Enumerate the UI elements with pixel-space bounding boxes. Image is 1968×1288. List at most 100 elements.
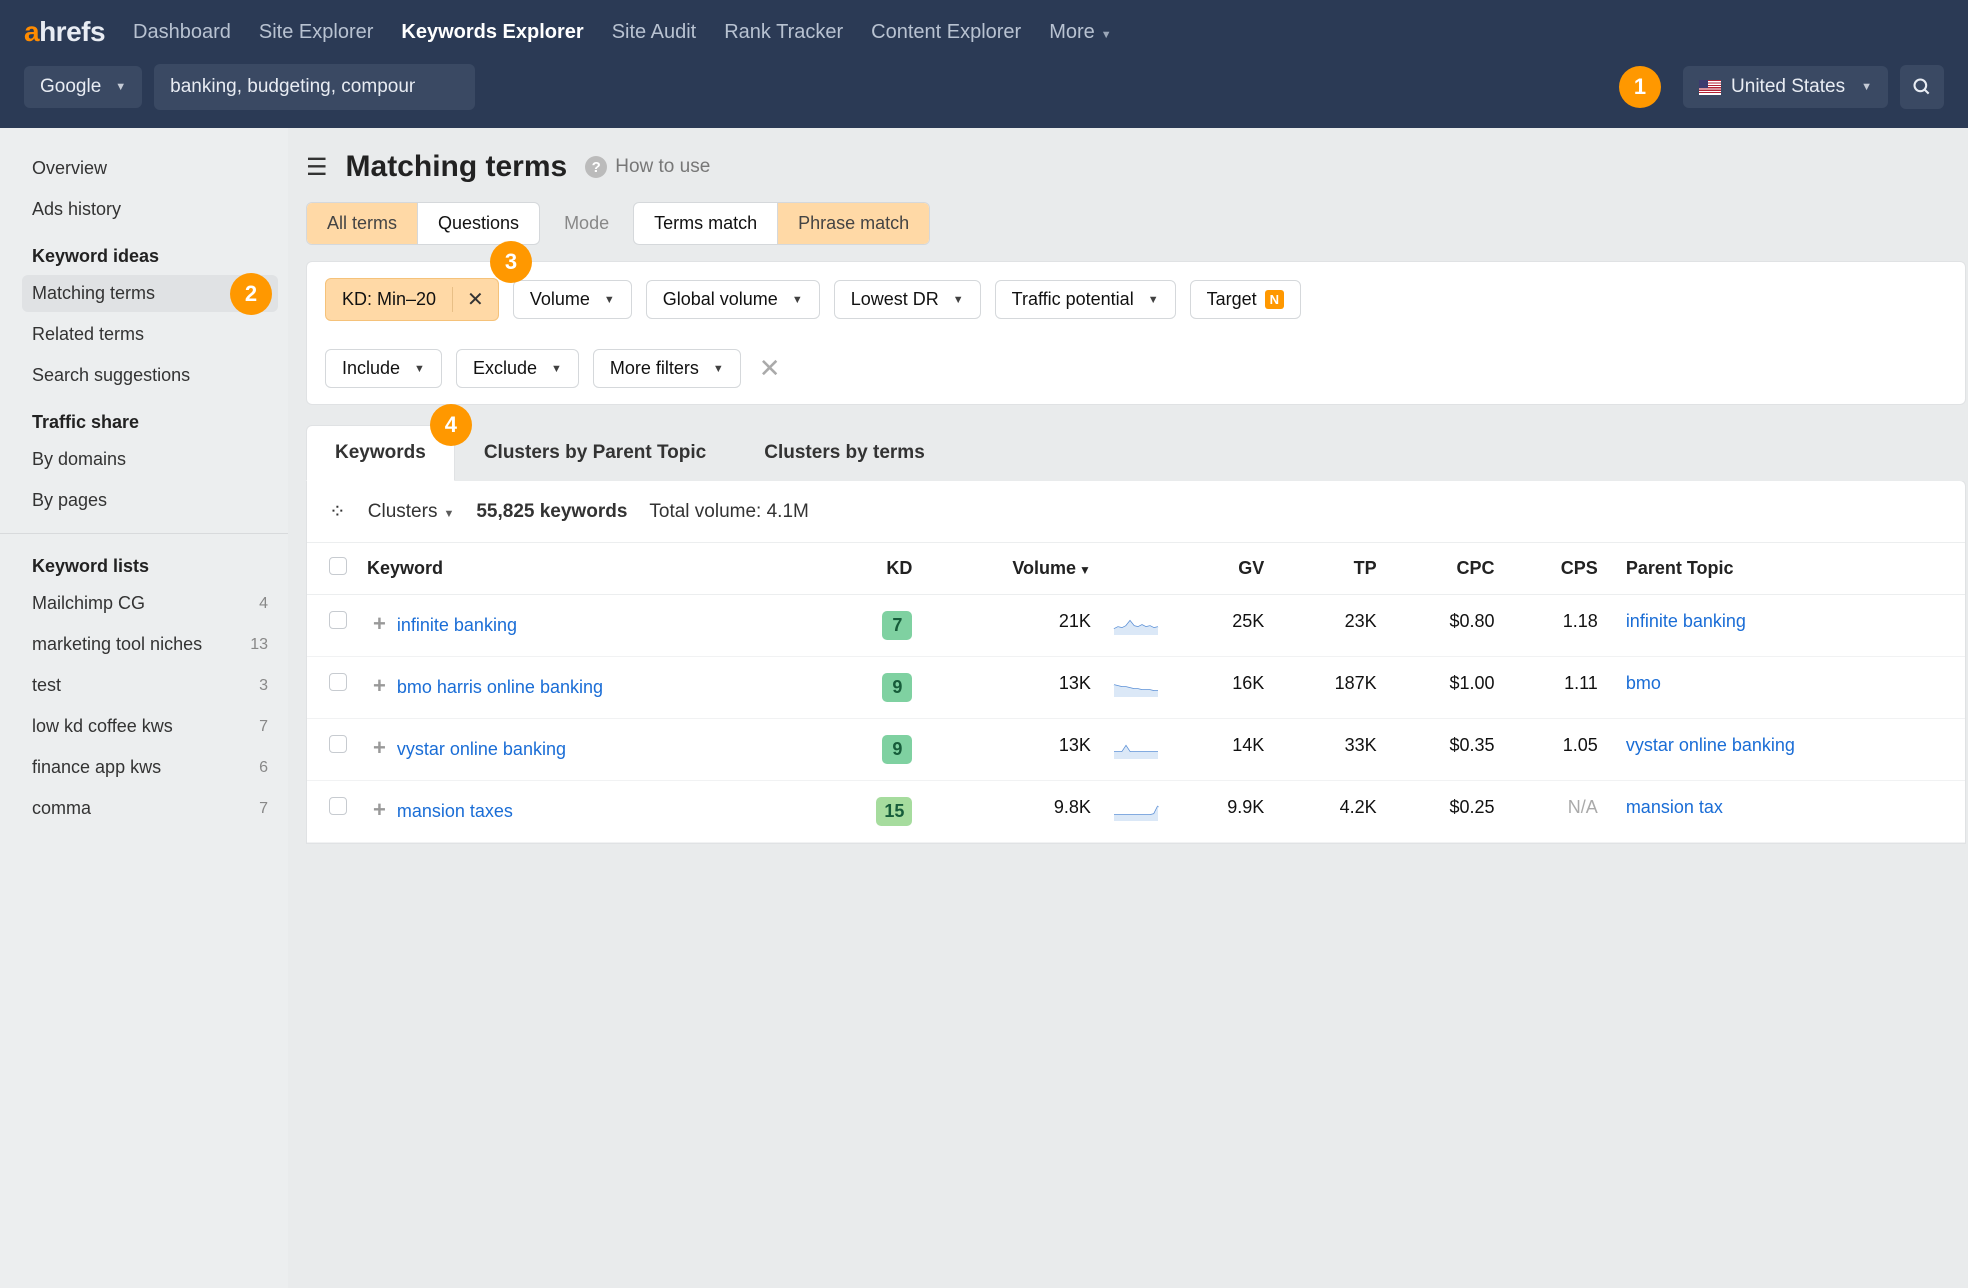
filter-include[interactable]: Include xyxy=(325,349,442,388)
clear-filters-icon[interactable]: ✕ xyxy=(755,353,785,384)
howto-link[interactable]: ? How to use xyxy=(585,156,710,178)
nav-more[interactable]: More xyxy=(1049,21,1111,44)
filter-target[interactable]: Target N xyxy=(1190,280,1301,319)
logo-a: a xyxy=(24,16,39,47)
parent-topic-link[interactable]: mansion tax xyxy=(1626,797,1723,817)
engine-label: Google xyxy=(40,76,101,98)
logo-rest: hrefs xyxy=(39,16,105,47)
hamburger-icon[interactable]: ☰ xyxy=(306,153,328,182)
nav-keywords-explorer[interactable]: Keywords Explorer xyxy=(401,21,583,44)
sidebar-title-ideas: Keyword ideas xyxy=(22,232,278,275)
cell-cps: 1.05 xyxy=(1505,719,1608,781)
results-panel: ⁘ Clusters 55,825 keywords Total volume:… xyxy=(306,480,1966,844)
filter-traffic-potential[interactable]: Traffic potential xyxy=(995,280,1176,319)
list-item[interactable]: low kd coffee kws7 xyxy=(22,708,278,745)
engine-select[interactable]: Google xyxy=(24,66,142,108)
search-button[interactable] xyxy=(1900,65,1944,109)
row-checkbox[interactable] xyxy=(329,673,347,691)
tab-terms-match[interactable]: Terms match xyxy=(634,203,778,244)
filter-exclude[interactable]: Exclude xyxy=(456,349,579,388)
keyword-link[interactable]: vystar online banking xyxy=(397,739,566,759)
content: ☰ Matching terms ? How to use All terms … xyxy=(288,128,1968,1288)
close-icon[interactable]: ✕ xyxy=(452,287,498,312)
nav-content-explorer[interactable]: Content Explorer xyxy=(871,21,1021,44)
nav-site-explorer[interactable]: Site Explorer xyxy=(259,21,374,44)
table-row: + bmo harris online banking 9 13K 16K 18… xyxy=(307,657,1965,719)
tab-questions[interactable]: Questions xyxy=(418,203,539,244)
filter-more[interactable]: More filters xyxy=(593,349,741,388)
sidebar-ads-history[interactable]: Ads history xyxy=(22,191,278,228)
filter-kd[interactable]: KD: Min–20 ✕ xyxy=(325,278,499,321)
col-keyword[interactable]: Keyword xyxy=(357,543,821,595)
col-parent-topic[interactable]: Parent Topic xyxy=(1608,543,1965,595)
col-cps[interactable]: CPS xyxy=(1505,543,1608,595)
list-item[interactable]: comma7 xyxy=(22,790,278,827)
sidebar-divider xyxy=(0,533,288,534)
sidebar-by-domains[interactable]: By domains xyxy=(22,441,278,478)
expand-icon[interactable]: + xyxy=(367,611,392,636)
callout-2: 2 xyxy=(230,273,272,315)
parent-topic-link[interactable]: vystar online banking xyxy=(1626,735,1795,755)
cell-cpc: $0.35 xyxy=(1387,719,1505,781)
cell-tp: 4.2K xyxy=(1274,781,1386,843)
cell-gv: 14K xyxy=(1171,719,1274,781)
expand-icon[interactable]: + xyxy=(367,673,392,698)
cell-cps: 1.18 xyxy=(1505,595,1608,657)
list-item[interactable]: marketing tool niches13 xyxy=(22,626,278,663)
tab-all-terms[interactable]: All terms xyxy=(307,203,418,244)
col-cpc[interactable]: CPC xyxy=(1387,543,1505,595)
sidebar-search-suggestions[interactable]: Search suggestions xyxy=(22,357,278,394)
col-volume[interactable]: Volume▼ xyxy=(922,543,1101,595)
filter-global-volume[interactable]: Global volume xyxy=(646,280,820,319)
country-select[interactable]: United States xyxy=(1683,66,1888,108)
cell-volume: 13K xyxy=(922,657,1101,719)
tab-phrase-match[interactable]: Phrase match xyxy=(778,203,929,244)
tab-clusters-terms[interactable]: Clusters by terms xyxy=(735,425,954,481)
parent-topic-link[interactable]: infinite banking xyxy=(1626,611,1746,631)
nav-site-audit[interactable]: Site Audit xyxy=(612,21,697,44)
keyword-link[interactable]: bmo harris online banking xyxy=(397,677,603,697)
filter-lowest-dr[interactable]: Lowest DR xyxy=(834,280,981,319)
filter-bar: 3 KD: Min–20 ✕ Volume Global volume Lowe… xyxy=(306,261,1966,405)
list-item[interactable]: finance app kws6 xyxy=(22,749,278,786)
match-type-group: Terms match Phrase match xyxy=(633,202,930,245)
parent-topic-link[interactable]: bmo xyxy=(1626,673,1661,693)
sidebar-overview[interactable]: Overview xyxy=(22,150,278,187)
expand-icon[interactable]: + xyxy=(367,735,392,760)
row-checkbox[interactable] xyxy=(329,735,347,753)
sidebar-matching-terms[interactable]: Matching terms 2 xyxy=(22,275,278,312)
clusters-dropdown[interactable]: Clusters xyxy=(368,501,455,523)
callout-3: 3 xyxy=(490,241,532,283)
keyword-input[interactable] xyxy=(154,64,475,110)
sparkline-icon xyxy=(1111,735,1161,759)
nav-dashboard[interactable]: Dashboard xyxy=(133,21,231,44)
tab-keywords[interactable]: Keywords 4 xyxy=(306,425,455,481)
kd-badge: 9 xyxy=(882,735,912,764)
col-kd[interactable]: KD xyxy=(821,543,923,595)
expand-icon[interactable]: + xyxy=(367,797,392,822)
col-gv[interactable]: GV xyxy=(1171,543,1274,595)
filter-volume[interactable]: Volume xyxy=(513,280,632,319)
flag-icon xyxy=(1699,80,1721,95)
select-all-checkbox[interactable] xyxy=(329,557,347,575)
nav-rank-tracker[interactable]: Rank Tracker xyxy=(724,21,843,44)
sidebar-by-pages[interactable]: By pages xyxy=(22,482,278,519)
cell-tp: 23K xyxy=(1274,595,1386,657)
sidebar-related-terms[interactable]: Related terms xyxy=(22,316,278,353)
list-item[interactable]: Mailchimp CG4 xyxy=(22,585,278,622)
cell-volume: 13K xyxy=(922,719,1101,781)
row-checkbox[interactable] xyxy=(329,797,347,815)
tab-clusters-parent[interactable]: Clusters by Parent Topic xyxy=(455,425,735,481)
list-item[interactable]: test3 xyxy=(22,667,278,704)
cell-volume: 21K xyxy=(922,595,1101,657)
col-tp[interactable]: TP xyxy=(1274,543,1386,595)
sidebar-title-lists: Keyword lists xyxy=(22,542,278,585)
keyword-link[interactable]: mansion taxes xyxy=(397,801,513,821)
callout-1: 1 xyxy=(1619,66,1661,108)
cell-gv: 25K xyxy=(1171,595,1274,657)
sidebar-title-traffic: Traffic share xyxy=(22,398,278,441)
keyword-link[interactable]: infinite banking xyxy=(397,615,517,635)
row-checkbox[interactable] xyxy=(329,611,347,629)
logo[interactable]: ahrefs xyxy=(24,16,105,48)
sparkline-icon xyxy=(1111,797,1161,821)
